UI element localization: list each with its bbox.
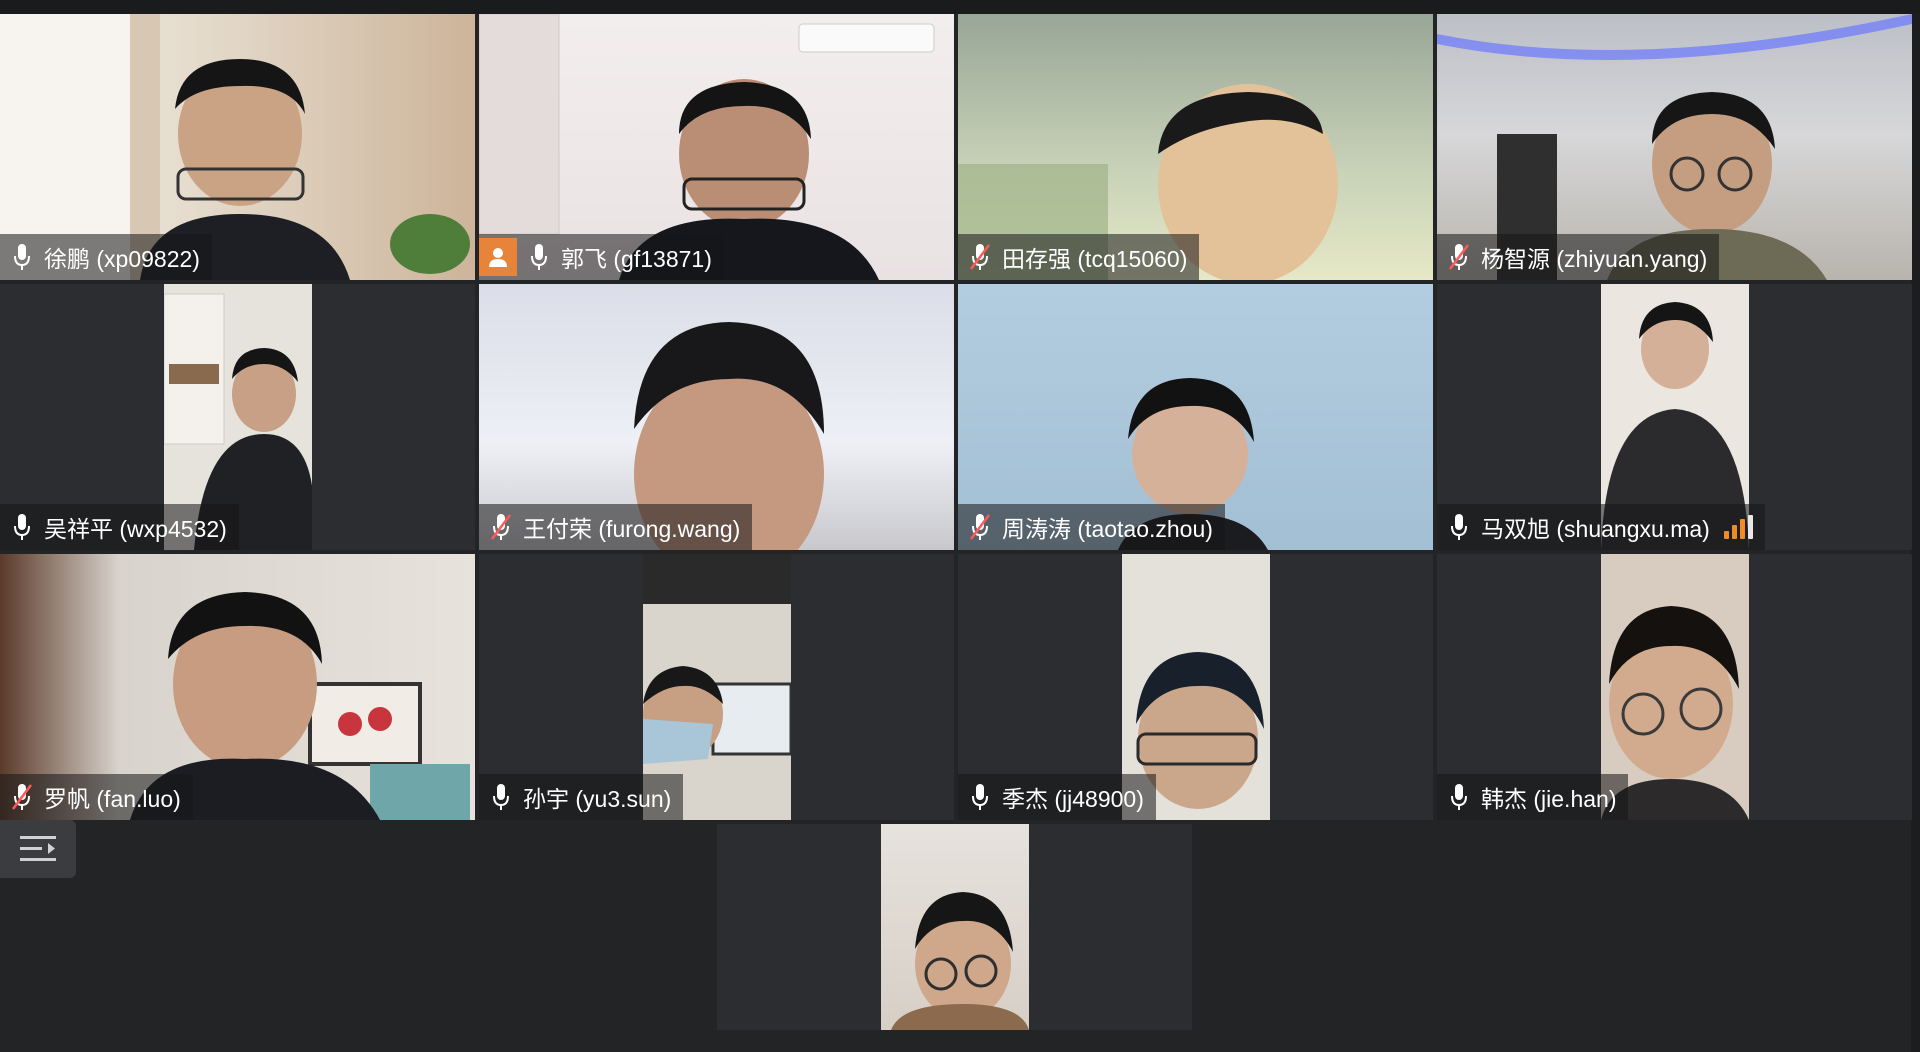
- participant-name: 罗帆 (fan.luo): [44, 786, 181, 812]
- participant-name-label: 罗帆 (fan.luo): [0, 774, 193, 820]
- panel-toggle-button[interactable]: [0, 820, 76, 878]
- microphone-icon: [968, 782, 992, 812]
- participant-name-label: 吴祥平 (wxp4532): [0, 504, 239, 550]
- video-tile-shuangxu-ma[interactable]: 马双旭 (shuangxu.ma): [1437, 284, 1912, 550]
- video-tile-yu3-sun[interactable]: 孙宇 (yu3.sun): [479, 554, 954, 820]
- participant-name-label: 王付荣 (furong.wang): [479, 504, 753, 550]
- microphone-icon: [1447, 782, 1471, 812]
- participant-name: 马双旭 (shuangxu.ma): [1481, 516, 1710, 542]
- participant-name-label: 马双旭 (shuangxu.ma): [1437, 504, 1765, 550]
- participant-name: 郭飞 (gf13871): [561, 246, 712, 272]
- participant-name: 王付荣 (furong.wang): [523, 516, 741, 542]
- participant-name: 田存强 (tcq15060): [1002, 246, 1188, 272]
- video-tile-gf13871[interactable]: 郭飞 (gf13871): [479, 14, 954, 280]
- menu-indent-icon: [20, 836, 56, 861]
- participant-name-label: 杨智源 (zhiyuan.yang): [1437, 234, 1720, 280]
- video-tile-wxp4532[interactable]: 吴祥平 (wxp4532): [0, 284, 475, 550]
- microphone-muted-icon: [1447, 242, 1471, 272]
- microphone-icon: [1447, 512, 1471, 542]
- participant-image: [890, 892, 1029, 1030]
- participant-name-label: 周涛涛 (taotao.zhou): [958, 504, 1225, 550]
- participant-name: 吴祥平 (wxp4532): [44, 516, 227, 542]
- video-tile-tcq15060[interactable]: 田存强 (tcq15060): [958, 14, 1433, 280]
- microphone-muted-icon: [489, 512, 513, 542]
- participant-name: 孙宇 (yu3.sun): [523, 786, 672, 812]
- video-tile-jj48900[interactable]: 季杰 (jj48900): [958, 554, 1433, 820]
- video-tile-fan-luo[interactable]: 罗帆 (fan.luo): [0, 554, 475, 820]
- microphone-icon: [527, 242, 551, 272]
- participant-name-label: 田存强 (tcq15060): [958, 234, 1200, 280]
- participant-name-label: 郭飞 (gf13871): [479, 234, 724, 280]
- microphone-muted-icon: [10, 782, 34, 812]
- participant-video: [880, 824, 1029, 1030]
- window-right-edge: [1911, 14, 1920, 1052]
- video-tile-zhiyuan-yang[interactable]: 杨智源 (zhiyuan.yang): [1437, 14, 1912, 280]
- participant-name: 徐鹏 (xp09822): [44, 246, 200, 272]
- microphone-icon: [10, 242, 34, 272]
- video-tile-furong-wang[interactable]: 王付荣 (furong.wang): [479, 284, 954, 550]
- participant-name-label: 韩杰 (jie.han): [1437, 774, 1629, 820]
- participant-name: 季杰 (jj48900): [1002, 786, 1144, 812]
- video-tile-taotao-zhou[interactable]: 周涛涛 (taotao.zhou): [958, 284, 1433, 550]
- microphone-muted-icon: [968, 242, 992, 272]
- participant-name-label: 孙宇 (yu3.sun): [479, 774, 684, 820]
- microphone-muted-icon: [968, 512, 992, 542]
- user-icon: [479, 238, 517, 276]
- self-video-tile[interactable]: [717, 824, 1192, 1030]
- microphone-icon: [10, 512, 34, 542]
- microphone-icon: [489, 782, 513, 812]
- participant-name: 周涛涛 (taotao.zhou): [1002, 516, 1213, 542]
- video-tile-jie-han[interactable]: 韩杰 (jie.han): [1437, 554, 1912, 820]
- video-tile-xp09822[interactable]: 徐鹏 (xp09822): [0, 14, 475, 280]
- audio-level-icon: [1723, 515, 1753, 539]
- participant-name: 韩杰 (jie.han): [1481, 786, 1617, 812]
- participant-name-label: 徐鹏 (xp09822): [0, 234, 212, 280]
- participant-name: 杨智源 (zhiyuan.yang): [1481, 246, 1708, 272]
- participant-name-label: 季杰 (jj48900): [958, 774, 1156, 820]
- window-top-bar: [0, 0, 1920, 14]
